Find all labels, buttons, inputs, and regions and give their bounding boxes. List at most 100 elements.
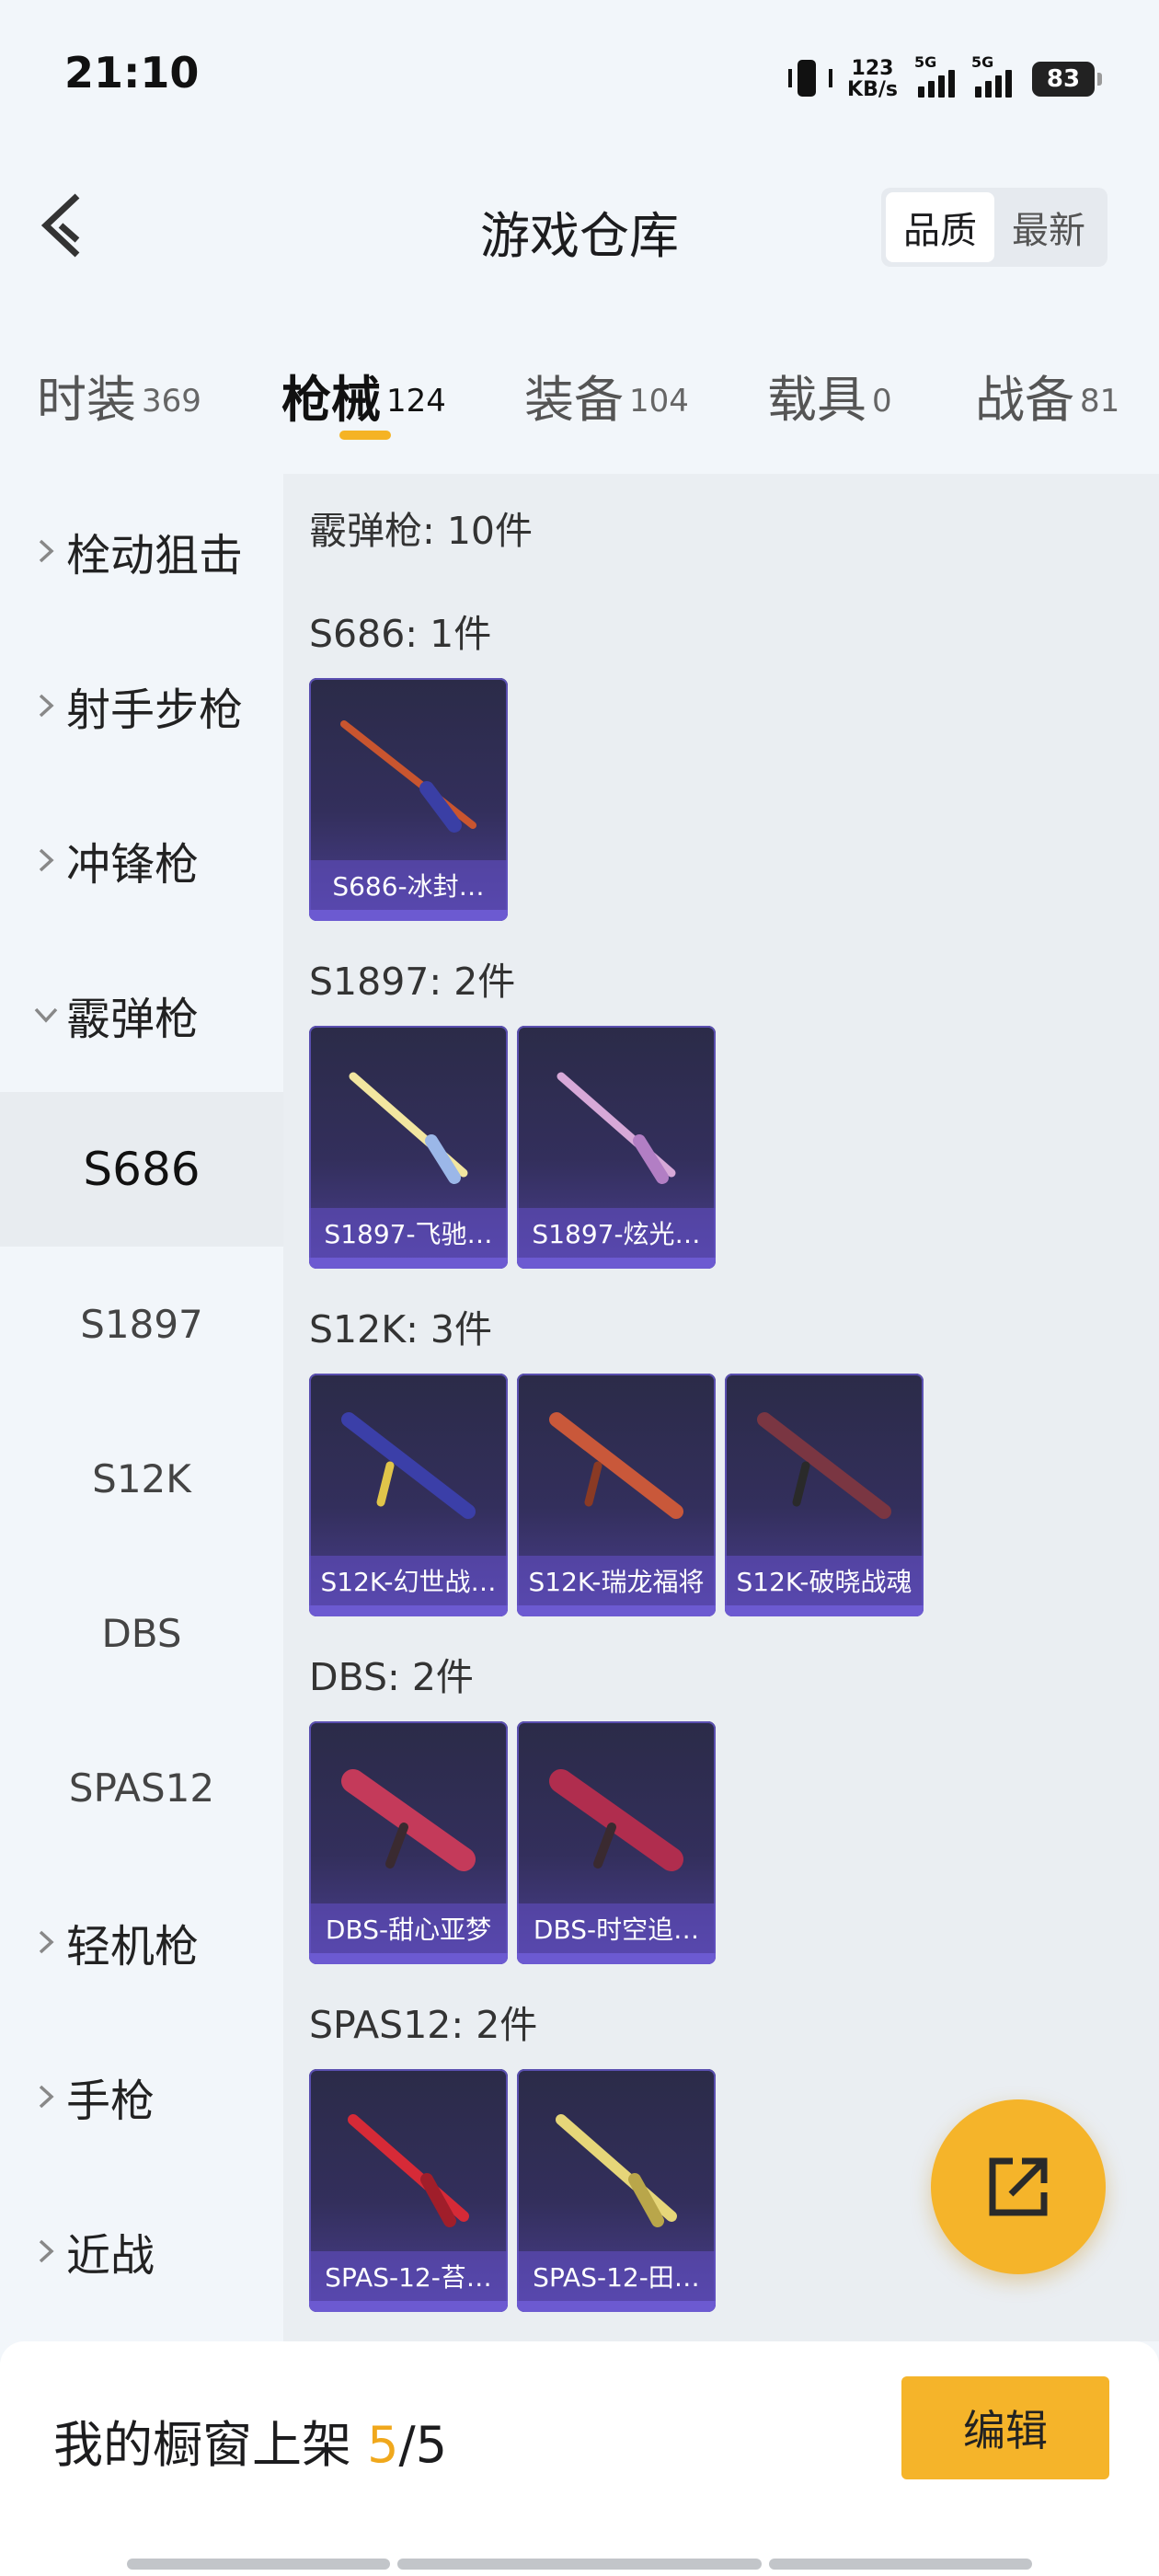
home-indicator bbox=[127, 2559, 390, 2570]
battery-level: 83 bbox=[1046, 65, 1081, 93]
sidebar-item-smg[interactable]: 冲锋枪 bbox=[0, 783, 283, 937]
home-indicator bbox=[769, 2559, 1032, 2570]
showcase-status: 我的橱窗上架 5/5 bbox=[53, 2404, 447, 2477]
weapon-name: SPAS-12-田… bbox=[517, 2251, 716, 2301]
signal-icon: 5G bbox=[971, 53, 1012, 98]
sidebar-item-label: S12K bbox=[92, 1455, 191, 1501]
share-button[interactable] bbox=[931, 2099, 1106, 2274]
category-summary: 霰弹枪: 10件 bbox=[309, 509, 534, 553]
weapon-card[interactable]: S12K-幻世战… bbox=[309, 1374, 508, 1616]
shotgun-icon bbox=[349, 1072, 468, 1184]
sidebar-subitem-spas12[interactable]: SPAS12 bbox=[0, 1710, 283, 1865]
tab-count: 369 bbox=[142, 382, 201, 420]
showcase-label: 我的橱窗上架 bbox=[53, 2416, 368, 2474]
chevron-down-icon bbox=[29, 998, 63, 1031]
weapon-name: SPAS-12-苔… bbox=[309, 2251, 508, 2301]
weapon-card[interactable]: SPAS-12-田… bbox=[517, 2069, 716, 2312]
shotgun-icon bbox=[556, 2114, 677, 2227]
sidebar-item-label: 射手步枪 bbox=[66, 684, 244, 736]
tab-vehicles[interactable]: 载具 0 bbox=[767, 359, 892, 431]
showcase-total: /5 bbox=[398, 2416, 448, 2474]
sidebar-subitem-s12k[interactable]: S12K bbox=[0, 1401, 283, 1556]
tab-label: 时装 bbox=[37, 371, 136, 429]
rifle-icon bbox=[341, 1412, 476, 1519]
bottom-bar: 我的橱窗上架 5/5 编辑 bbox=[0, 2341, 1159, 2576]
tab-equipment[interactable]: 装备 104 bbox=[524, 359, 689, 431]
sidebar-item-marksman-rifle[interactable]: 射手步枪 bbox=[0, 628, 283, 783]
weapon-name: DBS-甜心亚梦 bbox=[309, 1903, 508, 1953]
showcase-count: 5 bbox=[367, 2416, 399, 2474]
weapon-name: DBS-时空追… bbox=[517, 1903, 716, 1953]
chevron-right-icon bbox=[29, 689, 63, 722]
weapon-card[interactable]: SPAS-12-苔… bbox=[309, 2069, 508, 2312]
sidebar-subitem-s686[interactable]: S686 bbox=[0, 1092, 283, 1247]
tab-label: 载具 bbox=[767, 371, 866, 429]
bullpup-shotgun-icon bbox=[341, 1769, 476, 1871]
weapon-card[interactable]: S1897-飞驰… bbox=[309, 1026, 508, 1269]
sidebar-item-label: SPAS12 bbox=[68, 1765, 215, 1811]
weapon-name: S12K-破晓战魂 bbox=[725, 1556, 924, 1605]
net-speed-unit: KB/s bbox=[847, 78, 898, 101]
chevron-right-icon bbox=[29, 2080, 63, 2113]
shotgun-icon bbox=[348, 2114, 469, 2227]
chevron-right-icon bbox=[29, 844, 63, 877]
sidebar-subitem-dbs[interactable]: DBS bbox=[0, 1556, 283, 1710]
weapon-card[interactable]: S1897-炫光… bbox=[517, 1026, 716, 1269]
sort-quality-button[interactable]: 品质 bbox=[886, 192, 994, 262]
signal-tag: 5G bbox=[914, 53, 937, 71]
tab-label: 枪械 bbox=[281, 371, 381, 429]
sidebar-item-lmg[interactable]: 轻机枪 bbox=[0, 1865, 283, 2019]
tab-count: 81 bbox=[1080, 382, 1120, 420]
chevron-right-icon bbox=[29, 1926, 63, 1959]
sort-toggle: 品质 最新 bbox=[881, 188, 1107, 267]
vibrate-icon bbox=[786, 58, 833, 100]
net-speed-value: 123 bbox=[851, 57, 894, 80]
battery-icon: 83 bbox=[1032, 62, 1102, 97]
signal-icon: 5G bbox=[914, 53, 955, 98]
weapon-card[interactable]: S12K-瑞龙福将 bbox=[517, 1374, 716, 1616]
category-tabs: 时装 369 枪械 124 装备 104 载具 0 战备 81 bbox=[0, 340, 1159, 451]
sidebar-item-label: 近战 bbox=[66, 2230, 155, 2282]
rifle-icon bbox=[757, 1412, 891, 1519]
sidebar-item-pistol[interactable]: 手枪 bbox=[0, 2019, 283, 2174]
tab-costume[interactable]: 时装 369 bbox=[37, 359, 201, 431]
status-icons: 123 KB/s 5G 5G 83 bbox=[786, 53, 1102, 105]
tab-label: 战备 bbox=[975, 371, 1074, 429]
sidebar-item-label: S1897 bbox=[80, 1301, 203, 1347]
group-title: S12K: 3件 bbox=[309, 1307, 493, 1351]
status-time: 21:10 bbox=[64, 48, 200, 98]
sidebar-item-label: DBS bbox=[101, 1610, 182, 1656]
sidebar-item-melee[interactable]: 近战 bbox=[0, 2174, 283, 2329]
weapon-sidebar: 栓动狙击 射手步枪 冲锋枪 霰弹枪 S686 S1897 S12K DBS SP… bbox=[0, 474, 283, 2341]
shotgun-icon bbox=[557, 1072, 676, 1184]
tab-firearms[interactable]: 枪械 124 bbox=[281, 359, 446, 431]
group-title: S1897: 2件 bbox=[309, 960, 516, 1004]
tab-count: 0 bbox=[872, 382, 892, 420]
weapon-name: S1897-飞驰… bbox=[309, 1208, 508, 1258]
status-bar: 21:10 123 KB/s 5G 5G 83 bbox=[0, 0, 1159, 156]
app-header: 游戏仓库 品质 最新 bbox=[0, 156, 1159, 294]
weapon-card[interactable]: DBS-甜心亚梦 bbox=[309, 1721, 508, 1964]
sidebar-subitem-s1897[interactable]: S1897 bbox=[0, 1247, 283, 1401]
sidebar-item-label: 轻机枪 bbox=[66, 1921, 200, 1972]
weapon-name: S686-冰封… bbox=[309, 860, 508, 910]
group-title: S686: 1件 bbox=[309, 612, 492, 656]
active-tab-indicator bbox=[339, 431, 391, 440]
sidebar-item-bolt-action-sniper[interactable]: 栓动狙击 bbox=[0, 474, 283, 628]
weapon-card[interactable]: DBS-时空追… bbox=[517, 1721, 716, 1964]
weapon-card[interactable]: S12K-破晓战魂 bbox=[725, 1374, 924, 1616]
edit-button[interactable]: 编辑 bbox=[901, 2376, 1109, 2479]
sort-newest-button[interactable]: 最新 bbox=[994, 192, 1103, 262]
home-indicator bbox=[397, 2559, 762, 2570]
tab-supplies[interactable]: 战备 81 bbox=[975, 359, 1119, 431]
bullpup-shotgun-icon bbox=[549, 1769, 683, 1871]
weapon-card[interactable]: S686-冰封… bbox=[309, 678, 508, 921]
net-speed: 123 KB/s bbox=[847, 58, 898, 100]
weapon-list: 霰弹枪: 10件 S686: 1件 S686-冰封… S1897: 2件 S18… bbox=[283, 474, 1159, 2341]
chevron-right-icon bbox=[29, 2235, 63, 2268]
weapon-name: S12K-幻世战… bbox=[309, 1556, 508, 1605]
shotgun-icon bbox=[340, 720, 476, 833]
sidebar-item-shotgun[interactable]: 霰弹枪 bbox=[0, 937, 283, 1092]
rifle-icon bbox=[549, 1412, 683, 1519]
share-icon bbox=[989, 2157, 1048, 2216]
